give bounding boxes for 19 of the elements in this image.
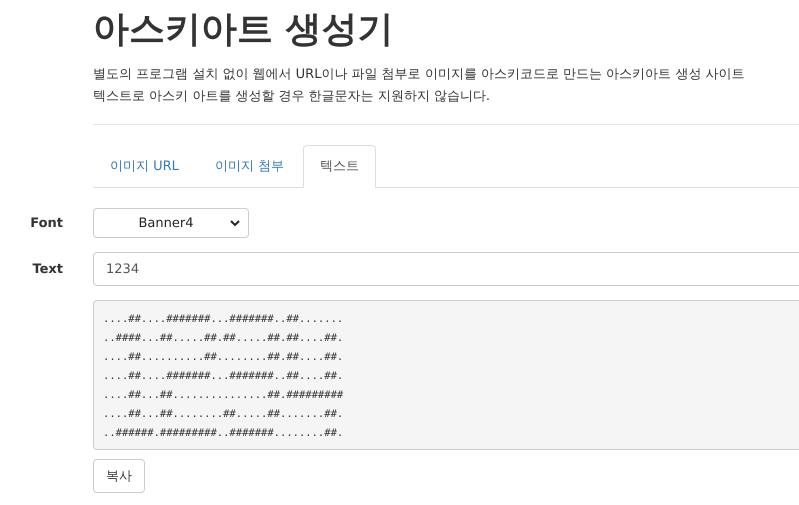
ascii-line: ....##....#######...#######..##....##. bbox=[103, 369, 344, 384]
caret-icon bbox=[230, 220, 240, 226]
tab[interactable]: 텍스트 bbox=[303, 145, 376, 188]
tab[interactable]: 이미지 URL bbox=[93, 145, 196, 188]
ascii-line: ....##..........##........##.##....##. bbox=[103, 350, 344, 365]
font-select[interactable]: Banner4 bbox=[93, 208, 249, 238]
text-input[interactable]: 1234 bbox=[93, 252, 799, 286]
page-title: 아스키아트 생성기 bbox=[93, 8, 395, 52]
text-label: Text bbox=[31, 262, 63, 276]
tab[interactable]: 이미지 첨부 bbox=[198, 145, 302, 188]
ascii-line: ..######.#########..#######........##. bbox=[103, 426, 344, 441]
ascii-line: ....##...##...............##.######### bbox=[103, 388, 344, 403]
ascii-line: ....##...##........##.....##.......##. bbox=[103, 407, 344, 422]
copy-button[interactable]: 복사 bbox=[93, 459, 145, 493]
font-label: Font bbox=[29, 216, 63, 230]
description-text: 별도의 프로그램 설치 없이 웹에서 URL이나 파일 첨부로 이미지를 아스키코드로 만드는 아스키아트 생성 사이트 bbox=[93, 66, 746, 84]
ascii-line: ....##....#######...#######..##....... bbox=[103, 312, 344, 327]
ascii-line: ..####...##.....##.##.....##.##....##. bbox=[103, 331, 344, 346]
description-text: 텍스트로 아스키 아트를 생성할 경우 한글문자는 지원하지 않습니다. bbox=[93, 88, 492, 106]
